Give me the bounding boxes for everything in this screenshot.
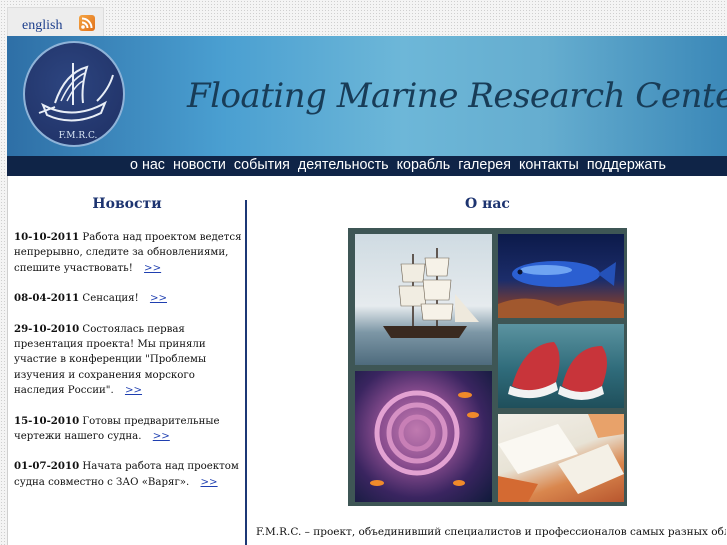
news-item: 15-10-2010 Готовы предварительные чертеж… <box>14 414 242 445</box>
news-item: 08-04-2011 Сенсация! >> <box>14 291 242 306</box>
ship-logo-icon[interactable]: F.M.R.C. <box>23 41 125 147</box>
english-link[interactable]: english <box>22 18 62 34</box>
news-more-link[interactable]: >> <box>201 477 218 488</box>
broken-pieces-photo <box>498 414 624 502</box>
nav-item-activity[interactable]: деятельность <box>298 157 389 173</box>
news-text: Сенсация! <box>82 293 139 305</box>
fish-photo <box>498 234 624 318</box>
photo-collage <box>348 228 627 506</box>
news-date: 29-10-2010 <box>14 322 80 335</box>
nav-item-support[interactable]: поддержать <box>587 157 666 173</box>
news-date: 01-07-2010 <box>14 460 80 473</box>
news-more-link[interactable]: >> <box>150 293 167 304</box>
about-heading: О нас <box>465 196 510 212</box>
rss-icon[interactable] <box>79 15 95 31</box>
site-header: F.M.R.C. Floating Marine Research Center <box>7 36 727 156</box>
nav-item-ship[interactable]: корабль <box>397 157 451 173</box>
coral-photo <box>355 371 492 502</box>
logo-caption: F.M.R.C. <box>58 131 98 141</box>
news-more-link[interactable]: >> <box>153 431 170 442</box>
column-divider <box>245 200 247 545</box>
content-area: Новости 10-10-2011 Работа над проектом в… <box>7 176 727 545</box>
language-tab: english <box>7 7 104 38</box>
news-date: 15-10-2010 <box>14 414 80 427</box>
news-date: 08-04-2011 <box>14 292 80 305</box>
news-date: 10-10-2011 <box>14 231 80 243</box>
sailing-ship-photo <box>355 234 492 365</box>
nav-item-about[interactable]: о нас <box>130 157 165 173</box>
nav-item-contacts[interactable]: контакты <box>519 157 579 173</box>
site-title: Floating Marine Research Center <box>187 76 727 116</box>
news-item: 01-07-2010 Начата работа над проектом су… <box>14 459 242 490</box>
nav-item-gallery[interactable]: галерея <box>458 157 511 173</box>
about-text: F.M.R.C. – проект, объединивший специали… <box>256 526 726 538</box>
nav-item-events[interactable]: события <box>234 157 290 173</box>
news-more-link[interactable]: >> <box>125 385 142 396</box>
sneakers-photo <box>498 324 624 408</box>
main-nav: о нас новости события деятельность кораб… <box>7 156 727 176</box>
nav-item-news[interactable]: новости <box>173 157 226 173</box>
news-item: 10-10-2011 Работа над проектом ведется н… <box>14 230 242 276</box>
news-more-link[interactable]: >> <box>144 263 161 274</box>
news-list: 10-10-2011 Работа над проектом ведется н… <box>14 230 242 505</box>
news-heading: Новости <box>92 196 162 212</box>
news-item: 29-10-2010 Состоялась первая презентация… <box>14 322 242 399</box>
